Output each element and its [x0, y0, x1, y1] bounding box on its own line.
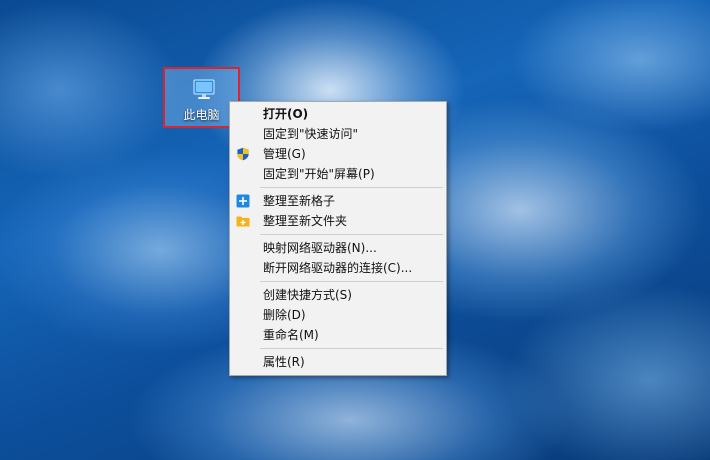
new-folder-icon	[236, 214, 250, 228]
context-menu: 打开(O) 固定到"快速访问" 管理(G) 固定到"开始"屏幕(P) 整理至新格子 整理至…	[229, 101, 447, 376]
uac-shield-icon	[236, 147, 250, 161]
menu-item-label: 整理至新格子	[263, 194, 336, 208]
menu-item-label: 删除(D)	[263, 308, 306, 322]
desktop-wallpaper[interactable]: 此电脑 打开(O) 固定到"快速访问" 管理(G) 固定到"开始"屏幕(P) 整理至新格…	[0, 0, 710, 460]
menu-item[interactable]: 整理至新格子	[230, 191, 446, 211]
new-grid-icon	[236, 194, 250, 208]
menu-item[interactable]: 固定到"开始"屏幕(P)	[230, 164, 446, 184]
menu-separator	[230, 278, 446, 285]
menu-item[interactable]: 映射网络驱动器(N)...	[230, 238, 446, 258]
menu-item-label: 打开(O)	[263, 107, 309, 121]
menu-item[interactable]: 管理(G)	[230, 144, 446, 164]
desktop-icon-label: 此电脑	[183, 108, 220, 122]
menu-item[interactable]: 创建快捷方式(S)	[230, 285, 446, 305]
menu-item-label: 映射网络驱动器(N)...	[263, 241, 377, 255]
menu-item-label: 属性(R)	[263, 355, 305, 369]
menu-item[interactable]: 属性(R)	[230, 352, 446, 372]
menu-item[interactable]: 重命名(M)	[230, 325, 446, 345]
menu-item-label: 整理至新文件夹	[263, 214, 348, 228]
computer-icon	[193, 79, 215, 99]
menu-item-label: 创建快捷方式(S)	[263, 288, 352, 302]
menu-item[interactable]: 断开网络驱动器的连接(C)...	[230, 258, 446, 278]
menu-item-label: 管理(G)	[263, 147, 306, 161]
menu-separator	[230, 184, 446, 191]
menu-item[interactable]: 删除(D)	[230, 305, 446, 325]
menu-item-label: 固定到"快速访问"	[263, 127, 359, 141]
menu-separator	[230, 231, 446, 238]
menu-item[interactable]: 打开(O)	[230, 104, 446, 124]
menu-item-label: 断开网络驱动器的连接(C)...	[263, 261, 413, 275]
menu-item-label: 固定到"开始"屏幕(P)	[263, 167, 375, 181]
menu-item-label: 重命名(M)	[263, 328, 319, 342]
menu-item[interactable]: 固定到"快速访问"	[230, 124, 446, 144]
menu-separator	[230, 345, 446, 352]
menu-item[interactable]: 整理至新文件夹	[230, 211, 446, 231]
